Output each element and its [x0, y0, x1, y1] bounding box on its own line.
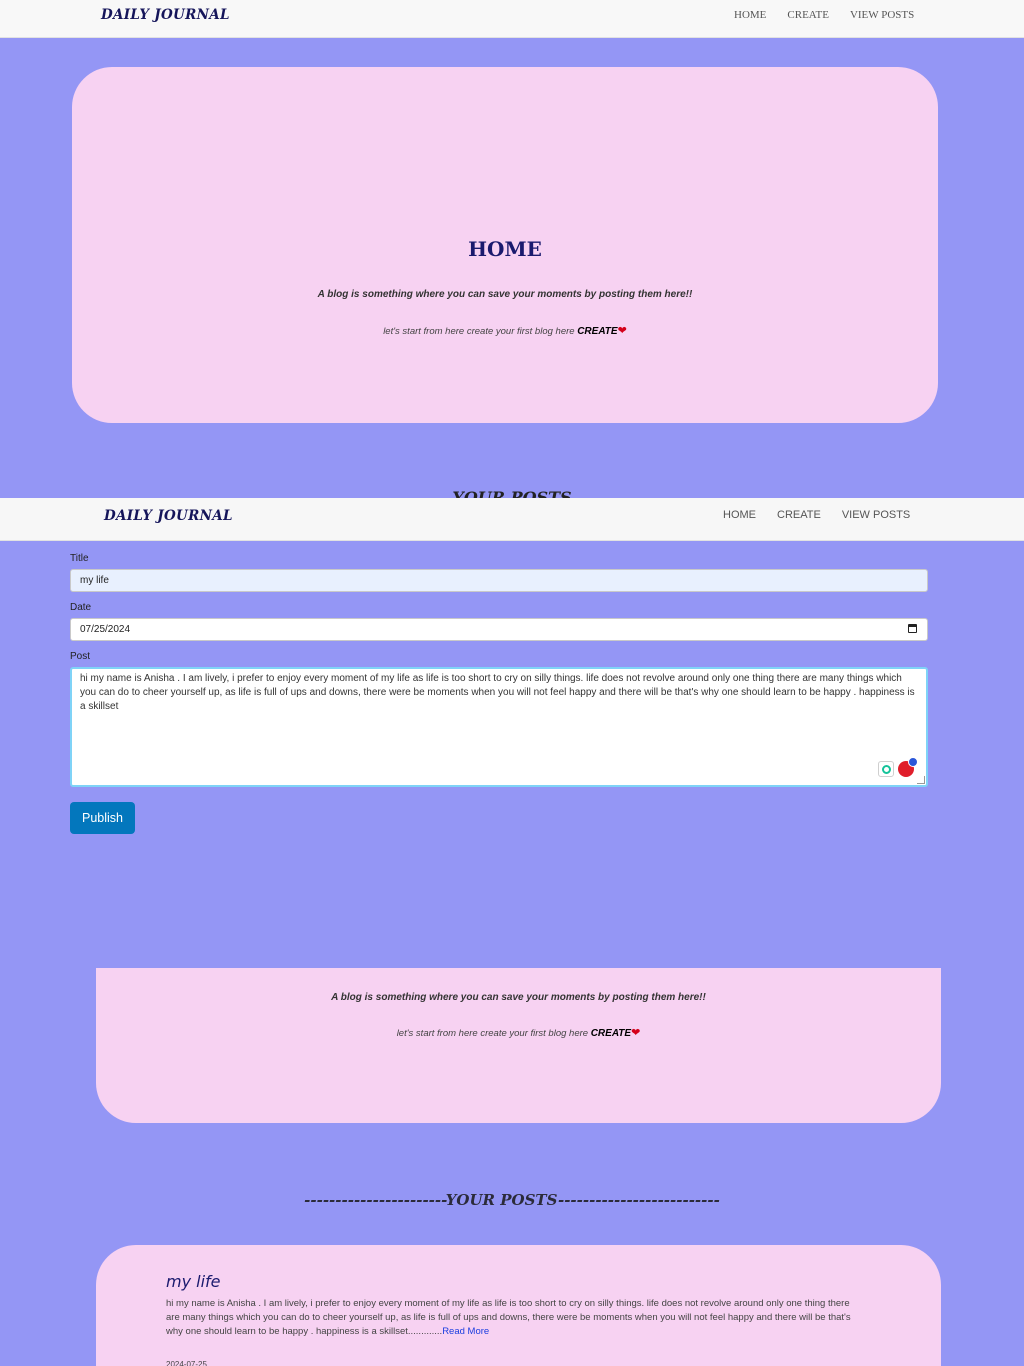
your-posts-heading: -----------------------YOUR POSTS-------…	[304, 1191, 720, 1209]
resize-handle[interactable]	[917, 776, 925, 784]
hero-tagline: A blog is something where you can save y…	[331, 992, 706, 1003]
hero-tagline: A blog is something where you can save y…	[317, 289, 693, 300]
date-label: Date	[70, 602, 92, 613]
hero-card: HOME A blog is something where you can s…	[72, 67, 938, 423]
post-excerpt-text: hi my name is Anisha . I am lively, i pr…	[166, 1298, 851, 1337]
starter-text: let's start from here create your first …	[396, 1028, 589, 1039]
hero-heading: HOME	[468, 237, 542, 261]
nav-links: HOME CREATE VIEW POSTS	[723, 509, 931, 521]
nav-links: HOME CREATE VIEW POSTS	[734, 9, 935, 21]
nav-create-link[interactable]: CREATE	[777, 509, 821, 521]
post-title: my life	[166, 1272, 221, 1291]
compose-form: Title my life Date 07/25/2024 Post hi my…	[70, 553, 928, 834]
nav-view-posts-link[interactable]: VIEW POSTS	[842, 509, 910, 521]
hero-starter: let's start from here create your first …	[72, 324, 938, 337]
heart-icon: ❤	[631, 1027, 641, 1039]
navbar-top: DAILY JOURNAL HOME CREATE VIEW POSTS	[0, 0, 1024, 38]
nav-home-link[interactable]: HOME	[734, 9, 766, 21]
publish-button[interactable]: Publish	[70, 802, 135, 834]
calendar-icon[interactable]	[908, 624, 917, 633]
extension-icon[interactable]	[898, 757, 918, 777]
brand-logo[interactable]: DAILY JOURNAL	[104, 508, 233, 524]
title-input[interactable]: my life	[70, 569, 928, 592]
nav-view-posts-link[interactable]: VIEW POSTS	[850, 9, 914, 21]
nav-home-link[interactable]: HOME	[723, 509, 756, 521]
heart-icon: ❤	[617, 325, 627, 337]
hero-starter: let's start from here create your first …	[96, 1026, 941, 1039]
create-link[interactable]: CREATE	[577, 326, 617, 337]
nav-create-link[interactable]: CREATE	[787, 9, 829, 21]
post-excerpt: hi my name is Anisha . I am lively, i pr…	[166, 1297, 856, 1339]
date-value: 07/25/2024	[80, 624, 131, 635]
create-link[interactable]: CREATE	[591, 1028, 631, 1039]
textarea-extensions	[878, 757, 918, 777]
brand-logo[interactable]: DAILY JOURNAL	[101, 7, 230, 23]
your-posts-heading-peek: YOUR POSTS	[0, 491, 1024, 498]
starter-text: let's start from here create your first …	[383, 326, 575, 337]
read-more-link[interactable]: Read More	[442, 1326, 489, 1337]
grammarly-icon[interactable]	[878, 761, 894, 777]
post-textarea[interactable]: hi my name is Anisha . I am lively, i pr…	[70, 667, 928, 787]
post-label: Post	[70, 651, 91, 662]
hero-card-partial: A blog is something where you can save y…	[96, 968, 941, 1123]
navbar-create-page: DAILY JOURNAL HOME CREATE VIEW POSTS	[0, 498, 1024, 541]
post-card: my life hi my name is Anisha . I am live…	[96, 1245, 941, 1366]
date-input[interactable]: 07/25/2024	[70, 618, 928, 641]
post-date: 2024-07-25	[166, 1360, 207, 1366]
post-text: hi my name is Anisha . I am lively, i pr…	[80, 673, 915, 712]
title-label: Title	[70, 553, 89, 564]
